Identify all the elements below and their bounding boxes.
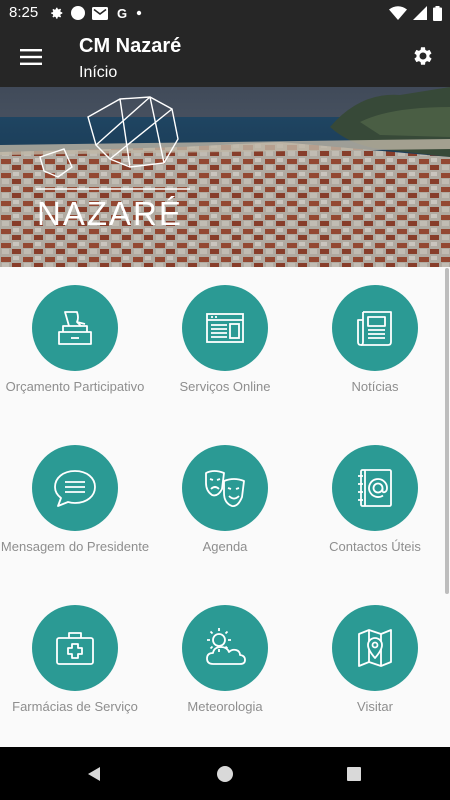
newspaper-icon bbox=[357, 311, 392, 346]
tile-mensagem-do-presidente[interactable]: Mensagem do Presidente bbox=[0, 427, 150, 587]
hero-logo-text: NAZARÉ bbox=[37, 195, 183, 232]
theater-masks-icon bbox=[205, 470, 245, 507]
tile-label: Farmácias de Serviço bbox=[12, 699, 138, 714]
svg-text:G: G bbox=[117, 6, 127, 20]
medical-kit-icon bbox=[56, 632, 94, 665]
scrollbar[interactable] bbox=[445, 268, 449, 594]
map-pin-icon bbox=[358, 629, 392, 667]
back-triangle-icon bbox=[88, 767, 100, 781]
google-icon: G bbox=[117, 6, 127, 20]
tile-noticias[interactable]: Notícias bbox=[300, 267, 450, 427]
tile-orcamento-participativo[interactable]: Orçamento Participativo bbox=[0, 267, 150, 427]
wifi-icon bbox=[389, 6, 407, 20]
tile-visitar[interactable]: Visitar bbox=[300, 587, 450, 747]
tile-label: Mensagem do Presidente bbox=[0, 539, 150, 554]
back-button[interactable] bbox=[81, 761, 107, 787]
tile-farmacias-de-servico[interactable]: Farmácias de Serviço bbox=[0, 587, 150, 747]
tile-servicos-online[interactable]: Serviços Online bbox=[150, 267, 300, 427]
recents-square-icon bbox=[347, 767, 361, 781]
tile-contactos-uteis[interactable]: Contactos Úteis bbox=[300, 427, 450, 587]
battery-icon bbox=[433, 5, 442, 21]
menu-button[interactable] bbox=[14, 40, 48, 74]
tile-label: Contactos Úteis bbox=[329, 539, 421, 554]
ballot-box-icon bbox=[58, 311, 92, 345]
tile-meteorologia[interactable]: Meteorologia bbox=[150, 587, 300, 747]
settings-button[interactable] bbox=[408, 41, 438, 71]
circle-icon bbox=[71, 6, 85, 20]
tile-label: Meteorologia bbox=[187, 699, 263, 714]
tile-label: Visitar bbox=[357, 699, 393, 714]
system-navigation-bar bbox=[0, 747, 450, 800]
home-circle-icon bbox=[217, 766, 233, 782]
dot-icon bbox=[136, 10, 142, 16]
tile-agenda[interactable]: Agenda bbox=[150, 427, 300, 587]
chat-bubble-icon bbox=[54, 470, 96, 507]
tile-label: Serviços Online bbox=[179, 379, 271, 394]
gear-icon bbox=[51, 7, 63, 19]
settings-gear-icon bbox=[414, 47, 432, 65]
browser-window-icon bbox=[206, 313, 244, 343]
signal-icon bbox=[413, 6, 427, 20]
app-title: CM Nazaré bbox=[79, 35, 182, 57]
weather-icon bbox=[206, 628, 246, 665]
menu-grid: Orçamento Participativo Serviços Online … bbox=[0, 267, 450, 747]
recents-button[interactable] bbox=[341, 761, 367, 787]
status-bar: 8:25 G bbox=[0, 0, 450, 26]
hero-banner: NAZARÉ bbox=[0, 87, 450, 267]
status-time: 8:25 bbox=[9, 4, 39, 21]
nazare-town-photo bbox=[0, 87, 450, 267]
gmail-icon bbox=[92, 6, 108, 20]
address-book-icon bbox=[358, 469, 392, 507]
home-button[interactable] bbox=[212, 761, 238, 787]
app-bar: CM Nazaré Início bbox=[0, 26, 450, 87]
tile-label: Notícias bbox=[351, 379, 399, 394]
tile-label: Agenda bbox=[202, 539, 248, 554]
tile-label: Orçamento Participativo bbox=[5, 379, 145, 394]
hamburger-menu-icon bbox=[20, 49, 42, 65]
app-subtitle: Início bbox=[79, 64, 118, 81]
